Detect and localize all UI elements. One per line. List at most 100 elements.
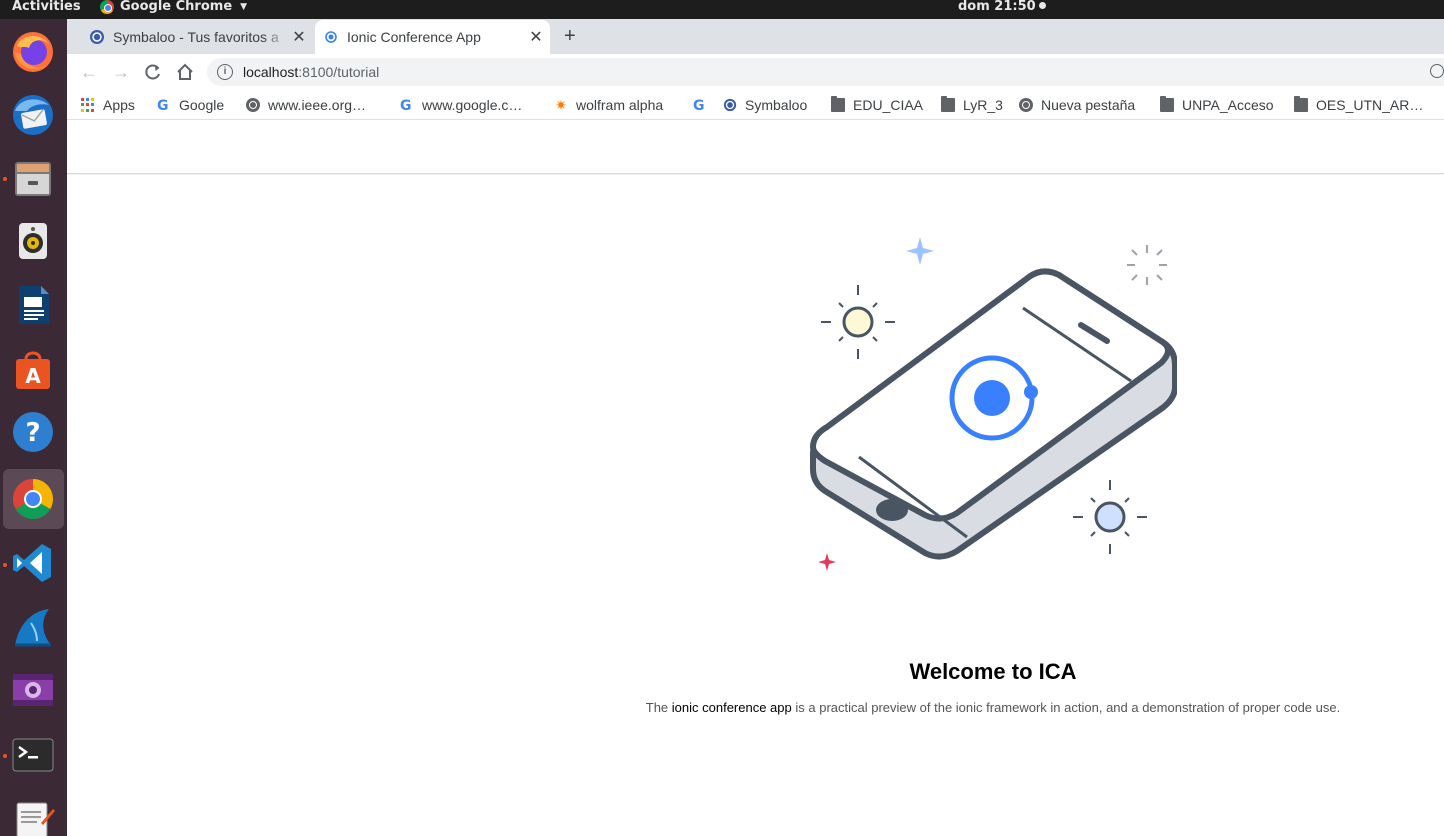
- text-editor-icon: [16, 802, 55, 836]
- sparkle-icon: [818, 553, 836, 571]
- sun-icon: [821, 285, 895, 359]
- dock-vscode[interactable]: [3, 533, 64, 593]
- bookmark-wolfram[interactable]: ✷ wolfram alpha: [554, 96, 663, 114]
- tab-title: Symbaloo - Tus favoritos a: [113, 29, 279, 45]
- google-icon: G: [157, 98, 169, 114]
- new-tab-button[interactable]: +: [564, 25, 576, 48]
- sparkle-icon: [906, 237, 934, 265]
- folder-icon: [831, 96, 845, 112]
- bookmark-google-c[interactable]: G www.google.c…: [400, 96, 522, 114]
- app-menu[interactable]: Google Chrome ▼: [100, 0, 247, 14]
- forward-button[interactable]: →: [110, 61, 132, 83]
- bookmark-google-blank[interactable]: G: [693, 96, 715, 114]
- app-menu-label: Google Chrome: [120, 0, 233, 14]
- bookmark-google[interactable]: G Google: [157, 96, 224, 114]
- welcome-description: The ionic conference app is a practical …: [610, 700, 1376, 715]
- tutorial-slide: Welcome to ICA The ionic conference app …: [67, 175, 1444, 836]
- home-icon[interactable]: [174, 61, 196, 83]
- globe-icon: [246, 98, 260, 112]
- bookmark-unpa-acceso[interactable]: UNPA_Acceso: [1160, 96, 1274, 114]
- bookmark-label: LyR_3: [963, 97, 1003, 113]
- dock-firefox[interactable]: [3, 22, 64, 82]
- svg-text:?: ?: [25, 418, 40, 448]
- close-icon[interactable]: ✕: [289, 27, 309, 47]
- dock-software-center[interactable]: A: [3, 339, 64, 399]
- google-icon: G: [400, 98, 412, 114]
- app-name-highlight: ionic conference app: [671, 700, 792, 715]
- url-path: :8100/tutorial: [298, 64, 380, 80]
- bookmark-symbaloo[interactable]: Symbaloo: [723, 96, 807, 114]
- terminal-icon: [12, 738, 54, 772]
- back-button[interactable]: ←: [78, 61, 100, 83]
- bookmark-lyr3[interactable]: LyR_3: [941, 96, 1003, 114]
- bookmark-label: UNPA_Acceso: [1182, 97, 1274, 113]
- bookmark-label: Nueva pestaña: [1041, 97, 1136, 113]
- chrome-icon: [13, 479, 53, 519]
- site-info-icon[interactable]: i: [217, 64, 233, 80]
- files-icon: [15, 162, 51, 196]
- dock-rhythmbox[interactable]: [3, 211, 64, 271]
- welcome-suffix: is a practical preview of the ionic fram…: [791, 700, 1341, 715]
- bookmark-label: Symbaloo: [745, 97, 808, 113]
- vscode-icon: [13, 544, 51, 582]
- folder-icon: [1160, 96, 1174, 112]
- ionic-icon: [325, 31, 337, 43]
- bookmark-label: OES_UTN_AR…: [1316, 97, 1424, 113]
- dock-thunderbird[interactable]: [3, 85, 64, 145]
- bookmark-label: www.google.c…: [422, 97, 523, 113]
- sun-icon: [1073, 480, 1147, 554]
- bookmark-label: www.ieee.org…: [268, 97, 367, 113]
- dock: A ?: [0, 19, 67, 836]
- wolfram-icon: ✷: [555, 97, 567, 113]
- dock-video-editor[interactable]: [3, 660, 64, 720]
- burst-icon: [1127, 245, 1167, 285]
- apps-grid-icon: [81, 98, 95, 112]
- firefox-icon: [13, 32, 53, 72]
- bookmark-apps[interactable]: Apps: [81, 96, 135, 114]
- dock-writer[interactable]: [3, 275, 64, 335]
- clock-label: dom 21:50: [958, 0, 1036, 14]
- chrome-icon: [100, 0, 114, 14]
- notification-dot-icon: [1038, 2, 1046, 9]
- writer-icon: [19, 286, 49, 324]
- dock-wireshark[interactable]: [3, 597, 64, 657]
- close-icon[interactable]: ✕: [526, 27, 546, 47]
- bookmark-label: wolfram alpha: [576, 97, 664, 113]
- phone-illustration: [810, 237, 1177, 571]
- bookmark-label: Google: [179, 97, 225, 113]
- symbaloo-icon: [723, 98, 737, 112]
- dock-files[interactable]: [3, 148, 64, 208]
- zoom-icon[interactable]: [1430, 64, 1444, 78]
- bookmark-label: Apps: [103, 97, 135, 113]
- dock-terminal[interactable]: [3, 725, 64, 785]
- welcome-prefix: The: [645, 700, 672, 715]
- thunderbird-icon: [13, 95, 53, 135]
- bookmarks-bar: Apps G Google www.ieee.org… G www.google…: [67, 90, 1444, 120]
- tab-symbaloo[interactable]: Symbaloo - Tus favoritos a ✕: [81, 20, 313, 54]
- bookmark-edu-ciaa[interactable]: EDU_CIAA: [831, 96, 923, 114]
- welcome-title: Welcome to ICA: [909, 659, 1077, 684]
- globe-icon: [1019, 98, 1033, 112]
- symbaloo-icon: [90, 30, 104, 44]
- folder-icon: [1294, 96, 1308, 112]
- dock-chrome[interactable]: [3, 469, 64, 529]
- svg-text:A: A: [25, 364, 41, 388]
- bookmark-nueva-pestana[interactable]: Nueva pestaña: [1019, 96, 1135, 114]
- dock-text-editor[interactable]: [3, 789, 64, 836]
- folder-icon: [941, 96, 955, 112]
- clock[interactable]: dom 21:50: [958, 0, 1046, 14]
- help-icon: ?: [13, 412, 53, 452]
- caret-down-icon: ▼: [240, 2, 248, 12]
- system-top-bar: Activities Google Chrome ▼ dom 21:50: [0, 0, 1444, 19]
- bookmark-oes-utn[interactable]: OES_UTN_AR…: [1294, 96, 1423, 114]
- tab-ionic-conference-app[interactable]: Ionic Conference App ✕: [315, 20, 550, 54]
- activities-button[interactable]: Activities: [12, 0, 81, 14]
- dock-help[interactable]: ?: [3, 402, 64, 462]
- bookmark-ieee[interactable]: www.ieee.org…: [246, 96, 366, 114]
- reload-icon[interactable]: [142, 61, 164, 83]
- software-center-icon: A: [16, 351, 50, 389]
- address-bar[interactable]: i localhost:8100/tutorial: [207, 58, 1444, 86]
- url-host: localhost: [243, 64, 299, 80]
- video-editor-icon: [13, 674, 53, 706]
- tab-strip: Symbaloo - Tus favoritos a ✕ Ionic Confe…: [67, 19, 1444, 54]
